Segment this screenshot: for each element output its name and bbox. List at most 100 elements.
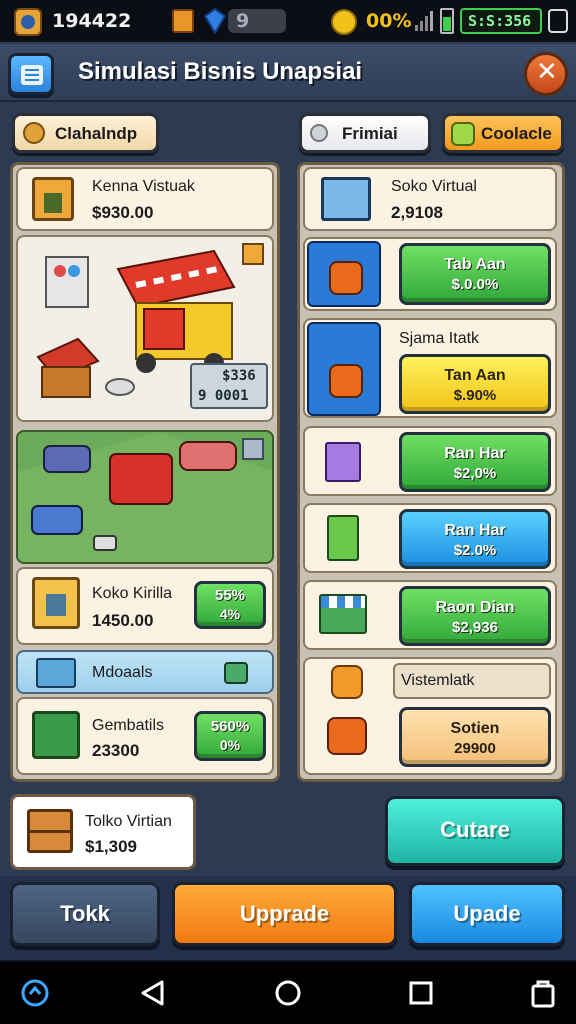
koko-action-button[interactable]: 55% 4% bbox=[194, 581, 266, 629]
left-header-card[interactable]: Kenna Vistuak $930.00 bbox=[16, 167, 274, 231]
tokk-label: Tokk bbox=[60, 901, 110, 926]
right-header-price: 2,9108 bbox=[391, 203, 443, 222]
right-item-6-label: Vistemlatk bbox=[401, 672, 475, 689]
crate-icon bbox=[27, 809, 73, 853]
right-item-row-3[interactable]: Ran Har $2,0% bbox=[303, 426, 557, 496]
kiosk-icon bbox=[32, 577, 80, 629]
gem-count: 9 bbox=[236, 10, 250, 32]
gembatils-price: 23300 bbox=[92, 741, 140, 760]
store-scene[interactable]: $336 9 0001 bbox=[16, 235, 274, 422]
tab-left-label: Clahalndp bbox=[55, 124, 138, 143]
tab-right-label: Coolacle bbox=[481, 124, 552, 143]
right-header-name: Soko Virtual bbox=[391, 178, 477, 195]
right-item-1-btn-line2: $.0.0% bbox=[451, 276, 499, 293]
market-stall-icon bbox=[319, 594, 367, 634]
store-badge-line2: 9 0001 bbox=[198, 388, 249, 404]
hot-pot-icon bbox=[307, 241, 381, 307]
gem-icon bbox=[203, 7, 227, 35]
hot-pot-icon bbox=[327, 717, 367, 755]
tab-middle-label: Frimiai bbox=[342, 124, 398, 143]
back-icon[interactable] bbox=[140, 980, 166, 1006]
green-door-icon bbox=[327, 515, 359, 561]
timer-end-icon bbox=[548, 9, 568, 33]
gembatils-action-line1: 560% bbox=[210, 718, 250, 735]
cutare-label: Cutare bbox=[440, 817, 510, 842]
coin-small-icon bbox=[310, 124, 328, 142]
hot-pot-icon bbox=[307, 322, 381, 416]
right-item-3-btn-line2: $2,0% bbox=[453, 465, 497, 482]
right-item-6-btn-line2: 29900 bbox=[454, 740, 496, 757]
books-icon bbox=[36, 658, 76, 688]
battery-icon bbox=[440, 8, 454, 34]
close-button[interactable]: ✕ bbox=[524, 52, 568, 96]
timer-text: S:S:356 bbox=[468, 12, 532, 30]
tokk-button[interactable]: Tokk bbox=[10, 882, 160, 946]
gem-count-box: 9 bbox=[228, 9, 286, 33]
menu-button[interactable] bbox=[8, 53, 54, 95]
store-badge: $336 9 0001 bbox=[190, 363, 268, 409]
upgrade-button[interactable]: Upprade bbox=[172, 882, 397, 946]
right-item-5-btn-line1: Raon Dian bbox=[435, 599, 515, 616]
parking-lot-scene[interactable] bbox=[16, 430, 274, 564]
right-item-2-button[interactable]: Tan Aan $.90% bbox=[399, 354, 551, 414]
hamburger-menu-icon bbox=[21, 65, 43, 85]
summary-card[interactable]: Tolko Virtian $1,309 bbox=[10, 794, 196, 870]
right-item-row-6[interactable]: Vistemlatk Sotien 29900 bbox=[303, 657, 557, 775]
timer-box: S:S:356 bbox=[460, 8, 542, 34]
right-item-row-5[interactable]: Raon Dian $2,936 bbox=[303, 580, 557, 650]
orange-jar-icon bbox=[331, 665, 363, 699]
right-item-1-btn-line1: Tab Aan bbox=[444, 256, 506, 273]
home-icon[interactable] bbox=[274, 979, 302, 1007]
upgrade-label: Upprade bbox=[239, 901, 330, 926]
shield-check-icon bbox=[451, 122, 475, 146]
right-item-2-btn-line2: $.90% bbox=[453, 387, 497, 404]
bag-icon[interactable] bbox=[530, 978, 556, 1008]
tab-right[interactable]: Coolacle bbox=[442, 113, 564, 153]
right-item-row-4[interactable]: Ran Har $2.0% bbox=[303, 503, 557, 573]
tab-middle[interactable]: Frimiai bbox=[299, 113, 431, 153]
koko-card[interactable]: Koko Kirilla 1450.00 55% 4% bbox=[16, 567, 274, 645]
close-icon: ✕ bbox=[536, 57, 558, 87]
left-header-price: $930.00 bbox=[92, 203, 154, 222]
koko-price: 1450.00 bbox=[92, 611, 154, 630]
page-title: Simulasi Bisnis Unapsiai bbox=[78, 58, 363, 85]
coin-count: 194422 bbox=[52, 10, 132, 32]
recents-icon[interactable] bbox=[409, 981, 433, 1005]
shop-icon bbox=[172, 9, 194, 33]
summary-price: $1,309 bbox=[85, 837, 137, 856]
right-item-6-btn-line1: Sotien bbox=[450, 720, 500, 737]
koko-action-line1: 55% bbox=[214, 587, 246, 604]
modules-title: Mdoaals bbox=[92, 664, 153, 681]
right-item-row-1[interactable]: Tab Aan $.0.0% bbox=[303, 237, 557, 311]
gembatils-name: Gembatils bbox=[92, 717, 165, 734]
summary-name: Tolko Virtian bbox=[85, 813, 172, 830]
upade-label: Upade bbox=[453, 901, 521, 926]
right-item-6-label-box: Vistemlatk bbox=[393, 663, 551, 699]
koko-name: Koko Kirilla bbox=[92, 585, 173, 602]
gembatils-card[interactable]: Gembatils 23300 560% 0% bbox=[16, 697, 274, 775]
right-item-1-button[interactable]: Tab Aan $.0.0% bbox=[399, 243, 551, 305]
right-item-4-btn-line2: $2.0% bbox=[453, 542, 497, 559]
right-item-3-button[interactable]: Ran Har $2,0% bbox=[399, 432, 551, 492]
purple-box-icon bbox=[325, 442, 361, 482]
right-header-card[interactable]: Soko Virtual 2,9108 bbox=[303, 167, 557, 231]
assistant-icon[interactable] bbox=[20, 978, 50, 1008]
office-building-icon bbox=[321, 177, 371, 221]
modules-header[interactable]: Mdoaals bbox=[16, 650, 274, 694]
tab-left[interactable]: Clahalndp bbox=[12, 113, 159, 153]
gold-percent: 00% bbox=[366, 10, 412, 32]
right-item-2-btn-line1: Tan Aan bbox=[444, 367, 506, 384]
store-menu-icon bbox=[242, 243, 264, 265]
right-item-6-button[interactable]: Sotien 29900 bbox=[399, 707, 551, 767]
right-item-row-2[interactable]: Sjama Itatk Tan Aan $.90% bbox=[303, 318, 557, 418]
cookie-icon bbox=[23, 122, 45, 144]
crate-green-icon bbox=[32, 711, 80, 759]
gembatils-action-line2: 0% bbox=[219, 737, 241, 753]
right-item-4-button[interactable]: Ran Har $2.0% bbox=[399, 509, 551, 569]
upade-button[interactable]: Upade bbox=[409, 882, 565, 946]
cutare-button[interactable]: Cutare bbox=[385, 796, 565, 866]
gembatils-action-button[interactable]: 560% 0% bbox=[194, 711, 266, 761]
right-item-5-btn-line2: $2,936 bbox=[452, 619, 498, 636]
parking-info-icon bbox=[242, 438, 264, 460]
right-item-5-button[interactable]: Raon Dian $2,936 bbox=[399, 586, 551, 646]
